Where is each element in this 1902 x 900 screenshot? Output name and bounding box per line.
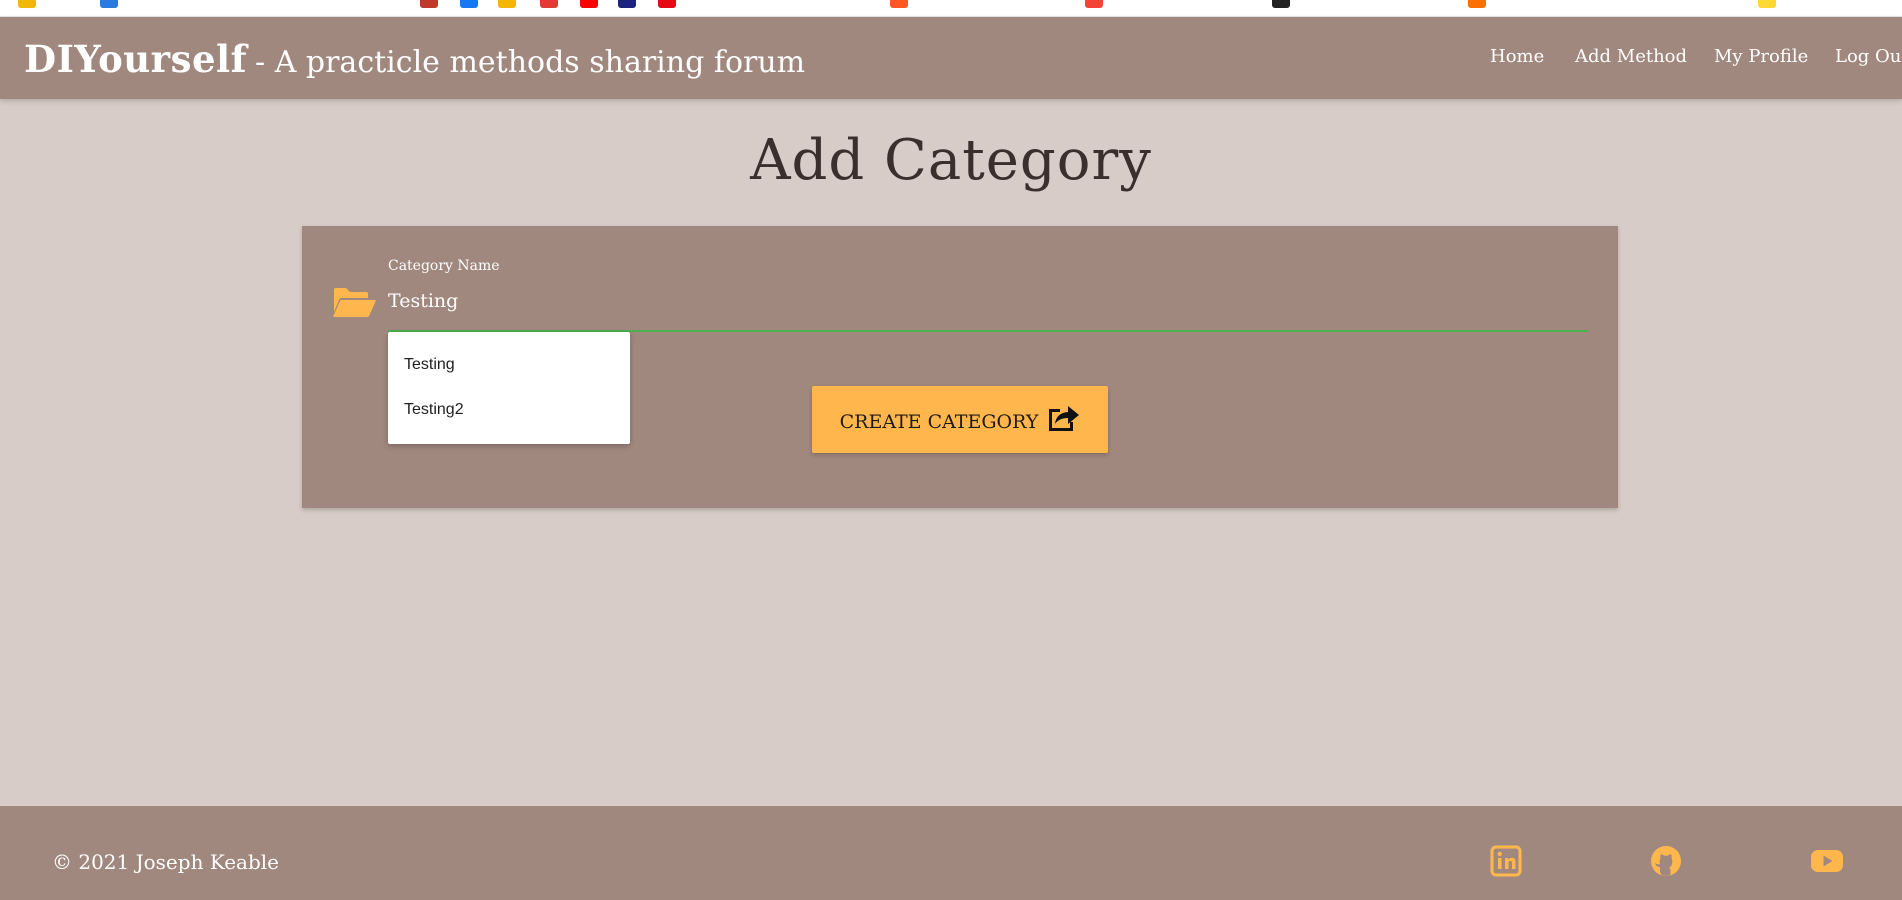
bookmark-icon[interactable]	[460, 0, 478, 8]
page-title: Add Category	[750, 128, 1152, 193]
create-category-button[interactable]: Create Category	[812, 386, 1108, 453]
bookmarks-bar	[0, 0, 1902, 17]
bookmark-icon[interactable]	[18, 0, 36, 8]
nav-log-out-link[interactable]: Log Out	[1835, 46, 1902, 67]
autocomplete-option[interactable]: Testing	[388, 338, 630, 383]
bookmark-icon[interactable]	[420, 0, 438, 8]
bookmark-icon[interactable]	[1272, 0, 1290, 8]
bookmark-icon[interactable]	[540, 0, 558, 8]
brand-logo: DIYourself	[24, 37, 248, 81]
bookmark-icon[interactable]	[658, 0, 676, 8]
bookmark-icon[interactable]	[100, 0, 118, 8]
top-navbar: DIYourself - A practicle methods sharing …	[0, 17, 1902, 99]
autocomplete-dropdown: Testing Testing2	[388, 332, 630, 444]
bookmark-icon[interactable]	[890, 0, 908, 8]
brand-tagline: - A practicle methods sharing forum	[255, 45, 806, 80]
bookmark-icon[interactable]	[1468, 0, 1486, 8]
bookmark-icon[interactable]	[1758, 0, 1776, 8]
brand[interactable]: DIYourself - A practicle methods sharing …	[24, 37, 805, 81]
share-square-icon	[1038, 406, 1080, 437]
autocomplete-option[interactable]: Testing2	[388, 383, 630, 428]
copyright-text: © 2021 Joseph Keable	[52, 850, 280, 874]
folder-open-icon	[332, 286, 376, 318]
nav-home-link[interactable]: Home	[1490, 46, 1544, 67]
linkedin-icon[interactable]	[1490, 845, 1522, 877]
github-icon[interactable]	[1650, 845, 1682, 877]
category-name-label: Category Name	[388, 258, 500, 274]
bookmark-icon[interactable]	[580, 0, 598, 8]
bookmark-icon[interactable]	[498, 0, 516, 8]
nav-add-method-link[interactable]: Add Method	[1575, 46, 1687, 67]
add-category-card: Category Name Testing Testing2 Create Ca…	[302, 226, 1618, 508]
nav-my-profile-link[interactable]: My Profile	[1714, 46, 1808, 67]
category-name-input[interactable]	[388, 288, 1588, 314]
bookmark-icon[interactable]	[1085, 0, 1103, 8]
footer: © 2021 Joseph Keable	[0, 806, 1902, 900]
youtube-icon[interactable]	[1810, 845, 1843, 877]
create-category-label: Create Category	[839, 410, 1039, 433]
bookmark-icon[interactable]	[618, 0, 636, 8]
